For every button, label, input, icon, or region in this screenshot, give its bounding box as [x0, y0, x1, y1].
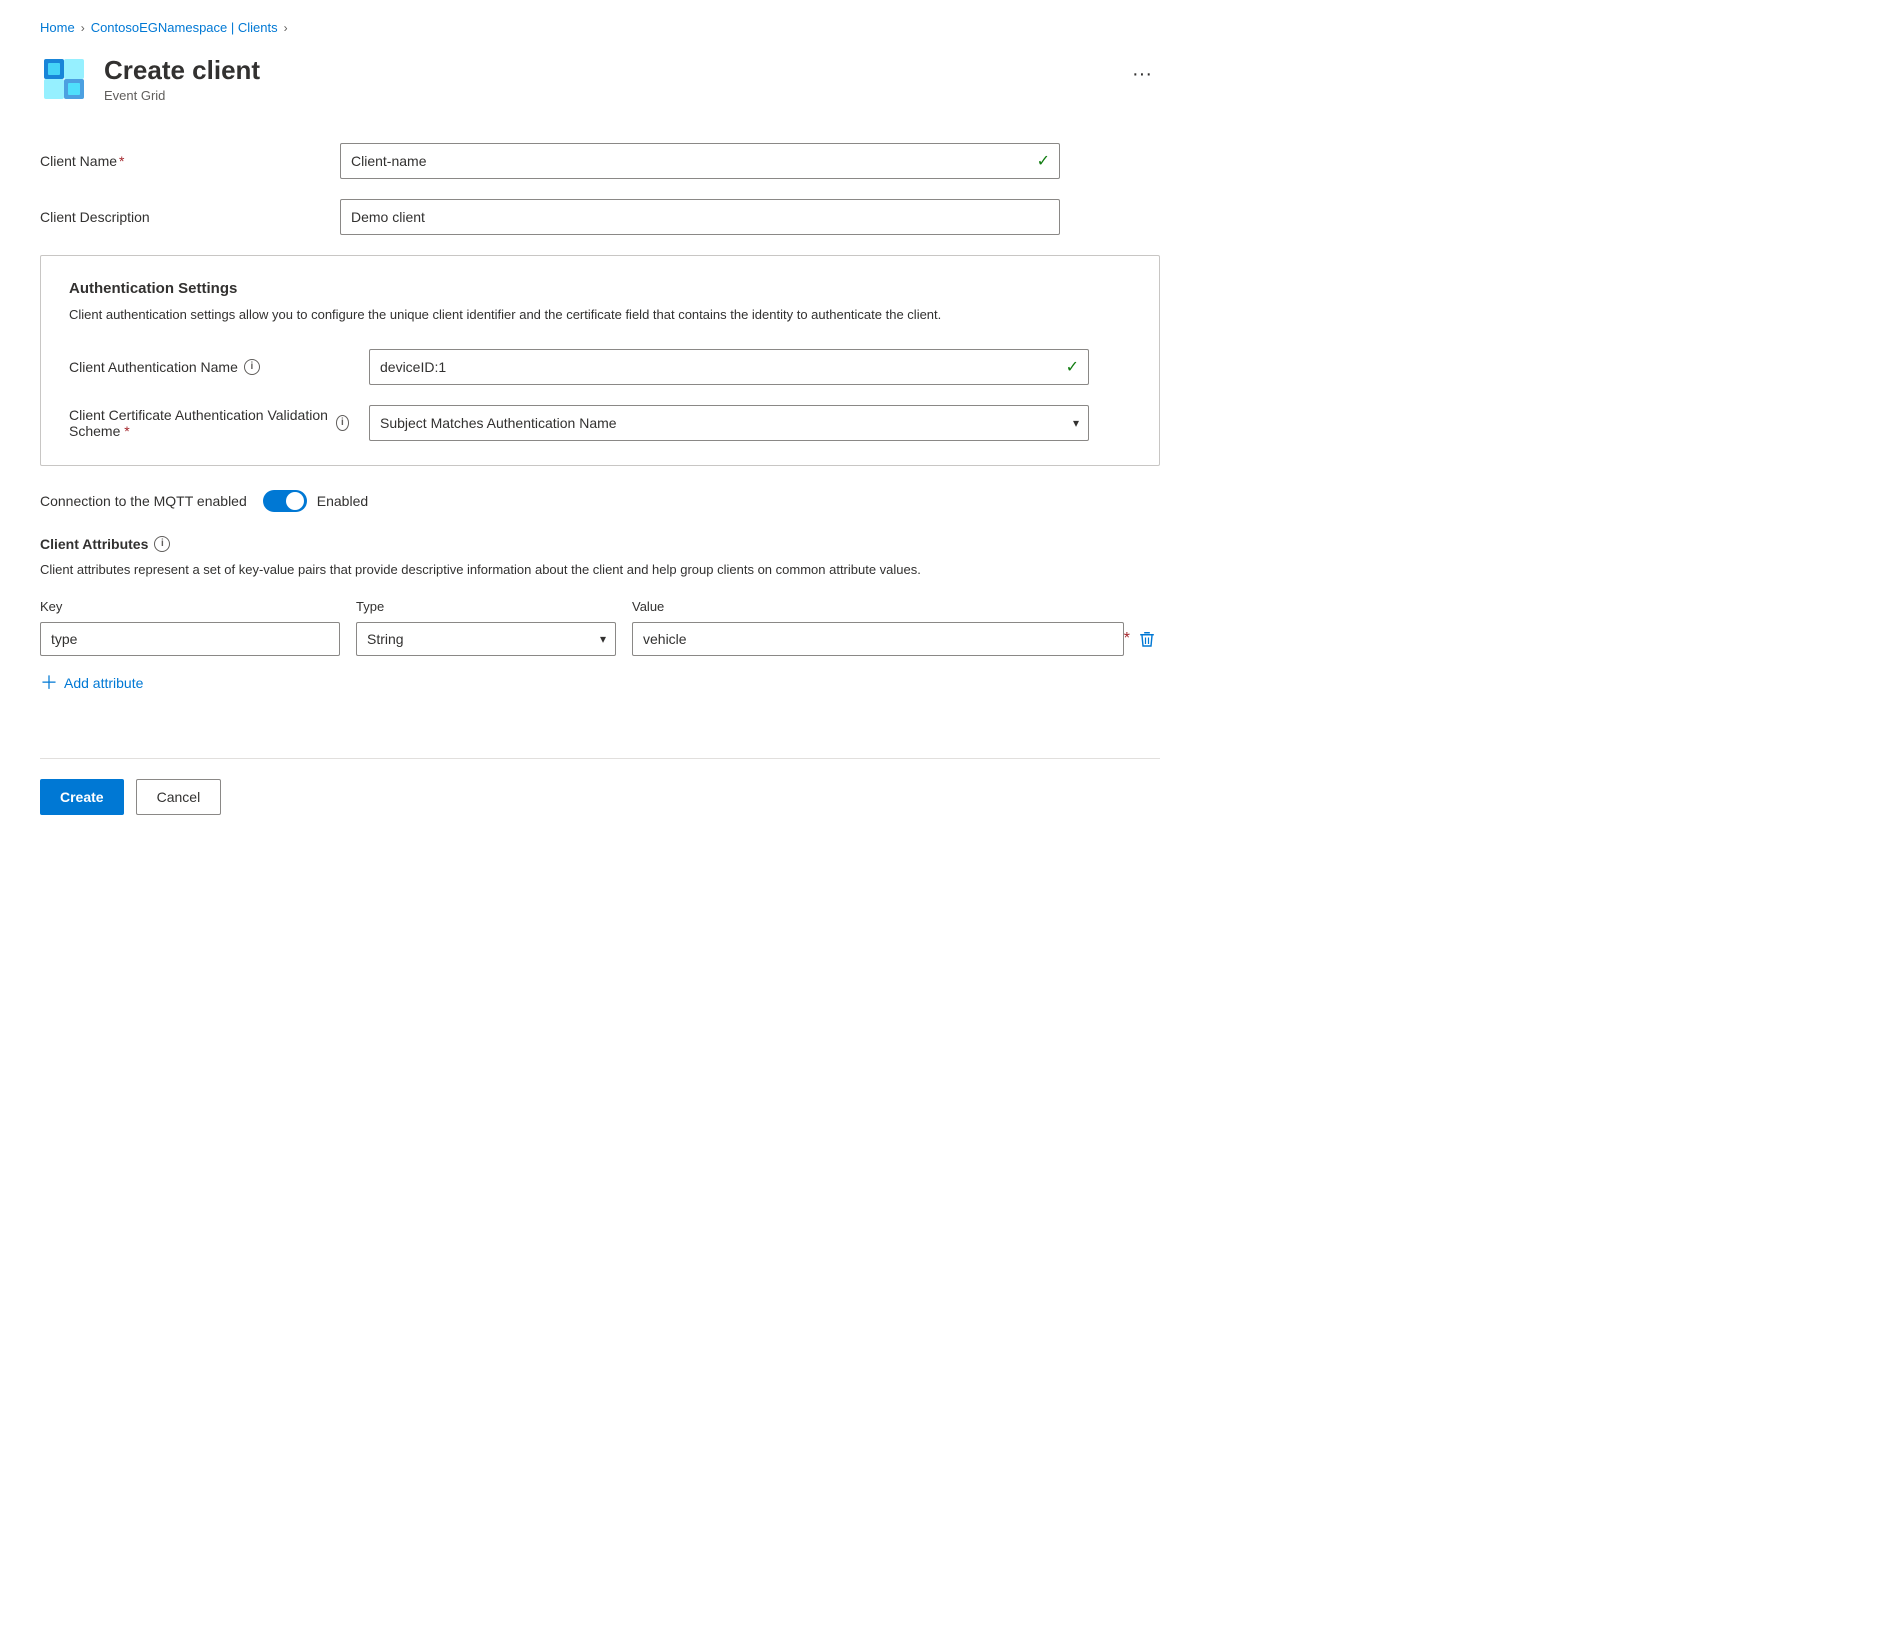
client-description-control [340, 199, 1060, 235]
mqtt-label: Connection to the MQTT enabled [40, 493, 247, 509]
page-subtitle: Event Grid [104, 88, 1100, 103]
auth-settings-title: Authentication Settings [69, 280, 1131, 297]
attr-table-header: Key Type Value [40, 599, 1160, 614]
auth-name-control: ✓ [369, 349, 1089, 385]
mqtt-toggle-status: Enabled [317, 493, 368, 509]
cert-scheme-row: Client Certificate Authentication Valida… [69, 405, 1131, 441]
attr-delete-button-0[interactable] [1134, 626, 1160, 652]
client-name-check-icon: ✓ [1037, 151, 1050, 171]
attr-col-type-header: Type [356, 599, 616, 614]
mqtt-toggle-knob [286, 492, 304, 510]
client-description-input[interactable] [340, 199, 1060, 235]
attr-type-select-wrapper-0: String Integer Boolean Float ▾ [356, 622, 616, 656]
breadcrumb-namespace[interactable]: ContosoEGNamespace | Clients [91, 20, 278, 35]
add-icon: ＋ [40, 674, 58, 692]
client-name-label: Client Name* [40, 153, 320, 169]
client-description-input-wrapper [340, 199, 1060, 235]
breadcrumb: Home › ContosoEGNamespace | Clients › [40, 20, 1160, 35]
attr-value-required-0: * [1124, 630, 1130, 648]
client-name-input[interactable] [340, 143, 1060, 179]
auth-name-row: Client Authentication Name i ✓ [69, 349, 1131, 385]
auth-name-label: Client Authentication Name i [69, 359, 349, 375]
page-title: Create client [104, 55, 1100, 86]
cert-scheme-control: Subject Matches Authentication Name Thum… [369, 405, 1089, 441]
attr-value-input-0[interactable] [632, 622, 1124, 656]
mqtt-toggle[interactable] [263, 490, 307, 512]
cert-scheme-info-icon[interactable]: i [336, 415, 349, 431]
client-name-control: ✓ [340, 143, 1060, 179]
attr-col-key-header: Key [40, 599, 340, 614]
cancel-button[interactable]: Cancel [136, 779, 222, 815]
cert-scheme-label: Client Certificate Authentication Valida… [69, 407, 349, 439]
more-options-button[interactable]: ··· [1124, 59, 1160, 90]
auth-settings-desc: Client authentication settings allow you… [69, 305, 1131, 325]
client-description-label: Client Description [40, 209, 320, 225]
attr-section-title: Client Attributes i [40, 536, 1160, 552]
create-button[interactable]: Create [40, 779, 124, 815]
attr-row-0: String Integer Boolean Float ▾ * [40, 622, 1160, 656]
client-attributes-info-icon[interactable]: i [154, 536, 170, 552]
mqtt-row: Connection to the MQTT enabled Enabled [40, 490, 1160, 512]
auth-name-input-wrapper: ✓ [369, 349, 1089, 385]
attr-type-select-0[interactable]: String Integer Boolean Float [356, 622, 616, 656]
auth-settings-box: Authentication Settings Client authentic… [40, 255, 1160, 466]
breadcrumb-sep-1: › [81, 21, 85, 35]
client-attributes-section: Client Attributes i Client attributes re… [40, 536, 1160, 699]
auth-name-input[interactable] [369, 349, 1089, 385]
attr-value-wrapper-0: * [632, 622, 1160, 656]
attr-key-input-0[interactable] [40, 622, 340, 656]
auth-name-check-icon: ✓ [1066, 357, 1079, 377]
client-name-input-wrapper: ✓ [340, 143, 1060, 179]
attr-section-desc: Client attributes represent a set of key… [40, 560, 1160, 580]
client-description-row: Client Description [40, 199, 1160, 235]
breadcrumb-sep-2: › [284, 21, 288, 35]
add-attribute-button[interactable]: ＋ Add attribute [40, 668, 143, 698]
page-title-group: Create client Event Grid [104, 55, 1100, 103]
auth-name-info-icon[interactable]: i [244, 359, 260, 375]
client-name-row: Client Name* ✓ [40, 143, 1160, 179]
mqtt-toggle-wrapper[interactable]: Enabled [263, 490, 368, 512]
attr-col-value-header: Value [632, 599, 1160, 614]
footer-divider [40, 758, 1160, 759]
page-header: Create client Event Grid ··· [40, 55, 1160, 103]
footer-actions: Create Cancel [40, 779, 1160, 815]
breadcrumb-home[interactable]: Home [40, 20, 75, 35]
cert-scheme-select-wrapper: Subject Matches Authentication Name Thum… [369, 405, 1089, 441]
event-grid-icon [40, 55, 88, 103]
cert-scheme-select[interactable]: Subject Matches Authentication Name Thum… [369, 405, 1089, 441]
